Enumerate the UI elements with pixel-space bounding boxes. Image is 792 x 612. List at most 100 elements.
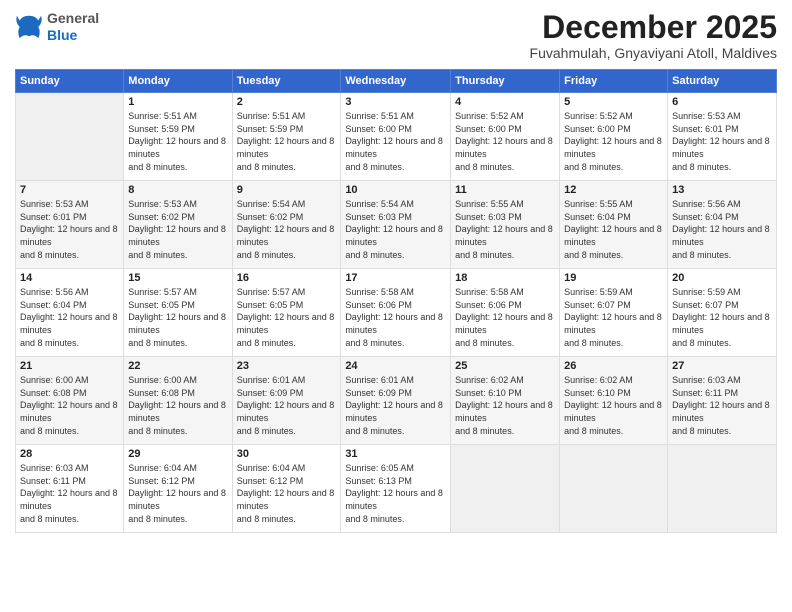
daylight-label: Daylight: 12 hours and 8 minutes <box>672 224 770 247</box>
daylight-label: Daylight: 12 hours and 8 minutes <box>345 136 443 159</box>
day-cell-31: 31Sunrise: 6:05 AMSunset: 6:13 PMDayligh… <box>341 445 451 533</box>
sunset-label: Sunset: <box>345 124 378 134</box>
sunrise-time: 6:01 AM <box>272 375 305 385</box>
day-info: Sunrise: 5:57 AMSunset: 6:05 PMDaylight:… <box>237 286 337 349</box>
sunset-label: Sunset: <box>128 476 161 486</box>
daylight-continued: and 8 minutes. <box>20 250 79 260</box>
day-info: Sunrise: 5:57 AMSunset: 6:05 PMDaylight:… <box>128 286 227 349</box>
day-number: 13 <box>672 184 772 196</box>
day-number: 22 <box>128 360 227 372</box>
daylight-label: Daylight: 12 hours and 8 minutes <box>564 312 662 335</box>
day-cell-29: 29Sunrise: 6:04 AMSunset: 6:12 PMDayligh… <box>124 445 232 533</box>
col-wednesday: Wednesday <box>341 70 451 93</box>
day-number: 25 <box>455 360 555 372</box>
sunset-label: Sunset: <box>345 388 378 398</box>
sunrise-label: Sunrise: <box>20 287 56 297</box>
sunrise-label: Sunrise: <box>455 375 491 385</box>
day-number: 28 <box>20 448 119 460</box>
sunset-time: 6:10 PM <box>488 388 522 398</box>
sunset-label: Sunset: <box>455 212 488 222</box>
sunset-time: 6:10 PM <box>597 388 631 398</box>
daylight-label: Daylight: 12 hours and 8 minutes <box>20 312 118 335</box>
sunrise-label: Sunrise: <box>564 199 600 209</box>
sunset-label: Sunset: <box>672 300 705 310</box>
col-sunday: Sunday <box>16 70 124 93</box>
day-number: 12 <box>564 184 663 196</box>
sunset-label: Sunset: <box>672 212 705 222</box>
day-info: Sunrise: 5:55 AMSunset: 6:04 PMDaylight:… <box>564 198 663 261</box>
sunrise-time: 5:57 AM <box>164 287 197 297</box>
day-info: Sunrise: 5:59 AMSunset: 6:07 PMDaylight:… <box>564 286 663 349</box>
day-info: Sunrise: 6:04 AMSunset: 6:12 PMDaylight:… <box>128 462 227 525</box>
sunrise-time: 5:54 AM <box>381 199 414 209</box>
daylight-continued: and 8 minutes. <box>128 426 187 436</box>
day-number: 19 <box>564 272 663 284</box>
day-info: Sunrise: 5:56 AMSunset: 6:04 PMDaylight:… <box>672 198 772 261</box>
day-info: Sunrise: 5:51 AMSunset: 6:00 PMDaylight:… <box>345 110 446 173</box>
day-number: 11 <box>455 184 555 196</box>
logo-general: General <box>47 10 99 27</box>
sunset-time: 6:05 PM <box>161 300 195 310</box>
daylight-continued: and 8 minutes. <box>345 514 404 524</box>
daylight-continued: and 8 minutes. <box>20 514 79 524</box>
day-cell-1: 1Sunrise: 5:51 AMSunset: 5:59 PMDaylight… <box>124 93 232 181</box>
day-info: Sunrise: 5:58 AMSunset: 6:06 PMDaylight:… <box>345 286 446 349</box>
day-number: 9 <box>237 184 337 196</box>
day-cell-22: 22 Sunrise: 6:00 AMSunset: 6:08 PMDayligh… <box>124 357 232 445</box>
sunrise-time: 5:51 AM <box>164 111 197 121</box>
daylight-continued: and 8 minutes. <box>564 426 623 436</box>
day-number: 30 <box>237 448 337 460</box>
col-friday: Friday <box>560 70 668 93</box>
daylight-continued: and 8 minutes. <box>672 250 731 260</box>
daylight-label: Daylight: 12 hours and 8 minutes <box>455 224 553 247</box>
daylight-label: Daylight: 12 hours and 8 minutes <box>237 224 335 247</box>
daylight-continued: and 8 minutes. <box>455 426 514 436</box>
sunset-time: 6:00 PM <box>597 124 631 134</box>
daylight-continued: and 8 minutes. <box>237 250 296 260</box>
sunrise-time: 6:02 AM <box>600 375 633 385</box>
daylight-continued: and 8 minutes. <box>128 514 187 524</box>
header: General Blue December 2025 Fuvahmulah, G… <box>15 10 777 61</box>
sunrise-time: 5:59 AM <box>708 287 741 297</box>
daylight-continued: and 8 minutes. <box>20 426 79 436</box>
day-number: 26 <box>564 360 663 372</box>
sunrise-time: 6:01 AM <box>381 375 414 385</box>
sunset-label: Sunset: <box>128 124 161 134</box>
logo-blue: Blue <box>47 27 99 44</box>
day-info: Sunrise: 5:54 AMSunset: 6:02 PMDaylight:… <box>237 198 337 261</box>
day-number: 8 <box>128 184 227 196</box>
daylight-label: Daylight: 12 hours and 8 minutes <box>128 400 226 423</box>
day-info: Sunrise: 6:00 AMSunset: 6:08 PMDaylight:… <box>128 374 227 437</box>
sunset-label: Sunset: <box>20 212 53 222</box>
day-info: Sunrise: 5:59 AMSunset: 6:07 PMDaylight:… <box>672 286 772 349</box>
daylight-continued: and 8 minutes. <box>672 162 731 172</box>
daylight-continued: and 8 minutes. <box>455 338 514 348</box>
sunset-time: 6:06 PM <box>488 300 522 310</box>
sunset-time: 6:08 PM <box>161 388 195 398</box>
sunset-label: Sunset: <box>20 300 53 310</box>
day-info: Sunrise: 5:56 AMSunset: 6:04 PMDaylight:… <box>20 286 119 349</box>
sunset-time: 5:59 PM <box>270 124 304 134</box>
day-cell-24: 24Sunrise: 6:01 AMSunset: 6:09 PMDayligh… <box>341 357 451 445</box>
daylight-continued: and 8 minutes. <box>237 162 296 172</box>
daylight-continued: and 8 minutes. <box>564 338 623 348</box>
sunset-time: 6:00 PM <box>378 124 412 134</box>
sunrise-time: 5:53 AM <box>56 199 89 209</box>
daylight-label: Daylight: 12 hours and 8 minutes <box>237 312 335 335</box>
sunrise-time: 5:51 AM <box>381 111 414 121</box>
daylight-label: Daylight: 12 hours and 8 minutes <box>345 312 443 335</box>
sunset-label: Sunset: <box>237 300 270 310</box>
sunset-label: Sunset: <box>237 388 270 398</box>
day-cell-2: 2Sunrise: 5:51 AMSunset: 5:59 PMDaylight… <box>232 93 341 181</box>
header-row: Sunday Monday Tuesday Wednesday Thursday… <box>16 70 777 93</box>
day-number: 1 <box>128 96 227 108</box>
sunset-label: Sunset: <box>564 212 597 222</box>
sunrise-time: 5:53 AM <box>708 111 741 121</box>
sunset-time: 6:04 PM <box>705 212 739 222</box>
sunset-time: 6:08 PM <box>53 388 87 398</box>
day-number: 14 <box>20 272 119 284</box>
sunrise-label: Sunrise: <box>20 375 56 385</box>
daylight-continued: and 8 minutes. <box>345 250 404 260</box>
day-number: 5 <box>564 96 663 108</box>
daylight-label: Daylight: 12 hours and 8 minutes <box>345 488 443 511</box>
